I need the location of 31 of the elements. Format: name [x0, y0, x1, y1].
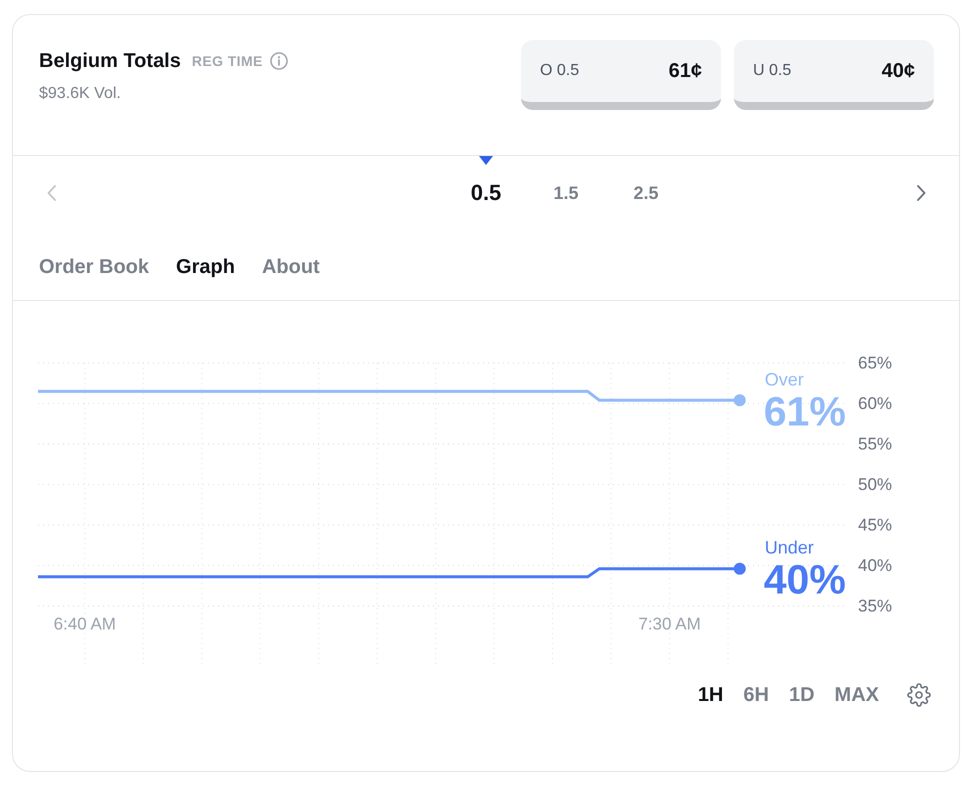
volume-text: $93.6K Vol. — [39, 84, 122, 104]
range-tab[interactable]: MAX — [834, 683, 879, 707]
series-value: 61% — [764, 388, 846, 434]
pointer-icon — [479, 156, 493, 165]
market-title: Belgium Totals — [39, 49, 181, 73]
x-axis-label: 7:30 AM — [638, 614, 701, 634]
line-option[interactable]: 2.5 — [606, 156, 686, 230]
range-tab[interactable]: 1D — [788, 683, 815, 707]
chevron-right-icon[interactable] — [916, 185, 926, 201]
y-axis-label: 65% — [858, 354, 892, 372]
x-axis-label: 6:40 AM — [54, 614, 116, 634]
y-axis-label: 60% — [858, 394, 892, 413]
line-option[interactable]: 0.5 — [446, 156, 526, 230]
tab[interactable]: Order Book — [39, 255, 150, 279]
outcome-button[interactable]: O 0.5 61¢ — [521, 40, 721, 110]
y-axis-label: 40% — [858, 556, 892, 575]
range-tab[interactable]: 1H — [698, 683, 724, 707]
market-tag: REG TIME — [192, 52, 263, 70]
settings-icon[interactable] — [907, 683, 931, 707]
tab[interactable]: Graph — [176, 255, 235, 279]
y-axis-label: 45% — [858, 516, 892, 534]
line-option[interactable]: 1.5 — [526, 156, 606, 230]
y-axis-label: 55% — [858, 434, 892, 454]
series-value: 40% — [764, 556, 846, 603]
outcome-button[interactable]: U 0.5 40¢ — [734, 40, 934, 110]
series-name: Over — [764, 369, 804, 390]
series-name: Under — [764, 538, 814, 558]
tab[interactable]: About — [262, 255, 320, 279]
y-axis-label: 35% — [858, 596, 892, 616]
y-axis-label: 50% — [858, 475, 892, 494]
range-tab[interactable]: 6H — [743, 683, 769, 707]
